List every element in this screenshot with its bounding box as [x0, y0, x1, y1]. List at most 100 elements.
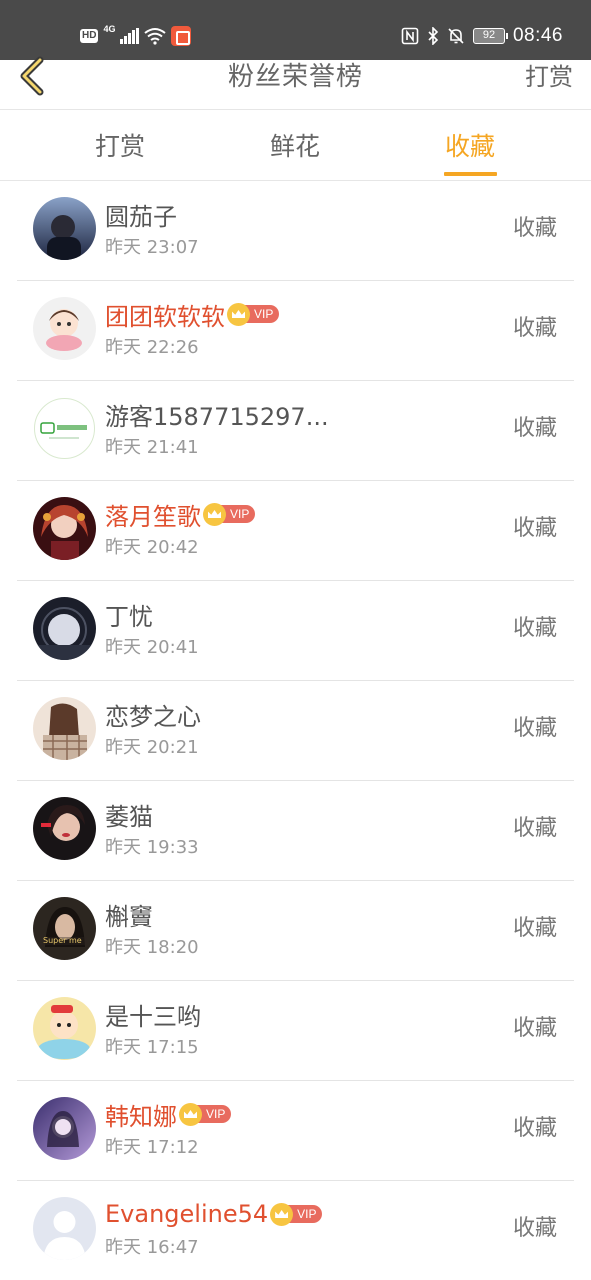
- user-name-wrap: 圆茄子: [105, 197, 177, 231]
- user-name[interactable]: 萎猫: [105, 797, 153, 832]
- action-label: 收藏: [512, 1216, 557, 1241]
- mute-bell-icon: [448, 28, 464, 44]
- user-name[interactable]: 韩知娜: [105, 1097, 177, 1132]
- list-item[interactable]: 圆茄子昨天 23:07 收藏: [17, 181, 574, 281]
- signal-icon: [120, 28, 140, 44]
- avatar-purple-girl[interactable]: [33, 1097, 96, 1160]
- wifi-icon: [144, 28, 167, 45]
- timestamp: 昨天 20:41: [105, 637, 199, 658]
- user-name[interactable]: 恋梦之心: [105, 697, 201, 732]
- timestamp: 昨天 18:20: [105, 937, 199, 958]
- user-name-wrap: 恋梦之心: [105, 697, 201, 731]
- avatar-red-girl[interactable]: [33, 797, 96, 860]
- user-name[interactable]: 团团软软软: [105, 297, 225, 332]
- status-bar-right: 92 08:46: [401, 24, 563, 48]
- crown-icon: [227, 302, 250, 326]
- hd-icon: HD: [80, 29, 99, 43]
- vip-label: VIP: [288, 1205, 323, 1223]
- tab-reward[interactable]: 打赏: [95, 129, 145, 165]
- user-name[interactable]: 落月笙歌: [105, 497, 201, 532]
- timestamp: 昨天 16:47: [105, 1237, 199, 1258]
- active-tab-indicator: [444, 172, 497, 176]
- fan-list: 圆茄子 昨天 23:07 收藏 团团软软软 VIP 昨天 22:26 收藏 游客1587715…: [0, 181, 591, 1280]
- avatar-iqiyi-logo[interactable]: [33, 397, 96, 460]
- avatar-moon[interactable]: [33, 597, 96, 660]
- timestamp: 昨天 21:41: [105, 437, 199, 458]
- user-name-wrap: 韩知娜 VIP: [105, 1097, 232, 1132]
- vip-label: VIP: [245, 305, 280, 323]
- avatar-plaid-girl[interactable]: [33, 697, 96, 760]
- timestamp: 昨天 20:21: [105, 737, 199, 758]
- list-item[interactable]: 游客1587715297... 昨天 21:41 收藏: [17, 381, 574, 481]
- crown-icon: [203, 502, 226, 526]
- action-label: 收藏: [512, 1016, 557, 1041]
- timestamp: 昨天 19:33: [105, 837, 199, 858]
- action-label: 收藏: [512, 1116, 557, 1141]
- timestamp: 昨天 22:26: [105, 337, 199, 358]
- action-label: 收藏: [512, 416, 557, 441]
- action-label: 收藏: [512, 916, 557, 941]
- user-name-wrap: 游客1587715297...: [105, 397, 329, 431]
- timestamp: 昨天 20:42: [105, 537, 199, 558]
- battery-icon: 92: [472, 28, 508, 44]
- user-name[interactable]: 是十三哟: [105, 997, 201, 1032]
- avatar-anime-girl[interactable]: [33, 497, 96, 560]
- user-name-wrap: 团团软软软 VIP: [105, 297, 280, 332]
- tab-favorites[interactable]: 收藏: [445, 129, 495, 165]
- user-name[interactable]: Evangeline54: [105, 1200, 268, 1228]
- bluetooth-icon: [428, 27, 439, 45]
- avatar-default-person[interactable]: [33, 1197, 96, 1260]
- avatar-crayon-shin[interactable]: [33, 997, 96, 1060]
- user-name-wrap: Evangeline54 VIP: [105, 1197, 323, 1231]
- user-name-wrap: 落月笙歌 VIP: [105, 497, 256, 532]
- vip-badge: VIP: [270, 1202, 323, 1226]
- network-type-label: 4G: [103, 24, 116, 34]
- vip-badge: VIP: [179, 1102, 232, 1126]
- action-label: 收藏: [512, 816, 557, 841]
- user-name[interactable]: 槲竇: [105, 897, 153, 932]
- action-label: 收藏: [512, 316, 557, 341]
- app-notification-icon: [171, 26, 192, 46]
- list-item[interactable]: 团团软软软 VIP 昨天 22:26 收藏: [17, 281, 574, 381]
- avatar-cartoon-girl[interactable]: [33, 297, 96, 360]
- crown-icon: [270, 1202, 294, 1226]
- tab-flowers[interactable]: 鲜花: [270, 129, 320, 165]
- list-item[interactable]: 落月笙歌 VIP 昨天 20:42 收藏: [17, 481, 574, 581]
- user-name-wrap: 萎猫: [105, 797, 153, 831]
- avatar-super-me[interactable]: Super me: [33, 897, 96, 960]
- list-item[interactable]: 恋梦之心昨天 20:21 收藏: [17, 681, 574, 781]
- crown-icon: [179, 1102, 202, 1126]
- vip-label: VIP: [221, 505, 256, 523]
- user-name-wrap: 槲竇: [105, 897, 153, 931]
- list-item[interactable]: Evangeline54 VIP 昨天 16:47 收藏: [17, 1181, 574, 1280]
- user-name[interactable]: 圆茄子: [105, 197, 177, 232]
- status-bar: HD 4G 92 08:46: [0, 0, 591, 60]
- user-name[interactable]: 丁忧: [105, 597, 153, 632]
- user-name[interactable]: 游客1587715297...: [105, 397, 329, 432]
- page-title: 粉丝荣誉榜: [227, 62, 363, 92]
- action-label: 收藏: [512, 216, 557, 241]
- list-item[interactable]: 是十三哟昨天 17:15 收藏: [17, 981, 574, 1081]
- nfc-icon: [401, 27, 419, 45]
- vip-badge: VIP: [203, 502, 256, 526]
- status-bar-left: HD 4G: [80, 24, 192, 48]
- list-item[interactable]: 韩知娜 VIP 昨天 17:12 收藏: [17, 1081, 574, 1181]
- avatar-dark-boy[interactable]: [33, 197, 96, 260]
- user-name-wrap: 是十三哟: [105, 997, 201, 1031]
- user-name-wrap: 丁忧: [105, 597, 153, 631]
- vip-badge: VIP: [227, 302, 280, 326]
- tab-bar: 打赏 鲜花 收藏: [0, 111, 591, 181]
- timestamp: 昨天 23:07: [105, 237, 199, 258]
- reward-button[interactable]: 打赏: [525, 60, 573, 94]
- action-label: 收藏: [512, 616, 557, 641]
- list-item[interactable]: 萎猫昨天 19:33 收藏: [17, 781, 574, 881]
- nav-header: 粉丝荣誉榜 打赏: [0, 56, 591, 110]
- svg-text:Super me: Super me: [43, 936, 82, 945]
- list-item[interactable]: 丁忧昨天 20:41 收藏: [17, 581, 574, 681]
- action-label: 收藏: [512, 716, 557, 741]
- action-label: 收藏: [512, 516, 557, 541]
- vip-label: VIP: [197, 1105, 232, 1123]
- list-item[interactable]: Super me 槲竇昨天 18:20 收藏: [17, 881, 574, 981]
- timestamp: 昨天 17:12: [105, 1137, 199, 1158]
- timestamp: 昨天 17:15: [105, 1037, 199, 1058]
